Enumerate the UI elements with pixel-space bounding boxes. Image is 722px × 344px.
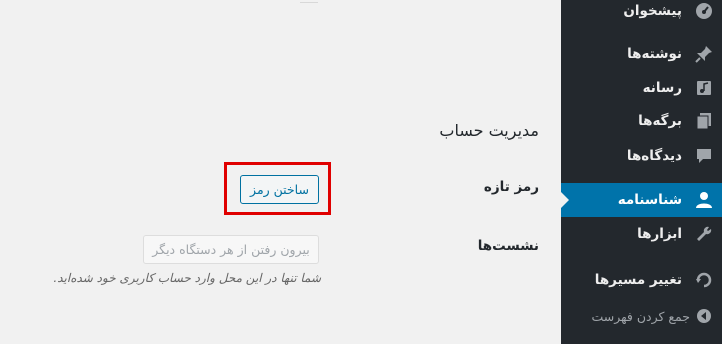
sidebar-item-label: رسانه bbox=[642, 80, 682, 96]
sidebar-item-pages[interactable]: برگه‌ها bbox=[561, 104, 722, 138]
sidebar-item-label: شناسنامه bbox=[617, 192, 682, 208]
redirect-icon bbox=[694, 270, 714, 290]
sidebar-item-label: پیشخوان bbox=[623, 3, 682, 19]
logout-everywhere-button[interactable]: بیرون رفتن از هر دستگاه دیگر bbox=[143, 235, 319, 264]
sidebar-item-media[interactable]: رسانه bbox=[561, 71, 722, 105]
sidebar-item-label: ابزارها bbox=[637, 226, 682, 242]
pin-icon bbox=[694, 44, 714, 64]
current-indicator bbox=[561, 192, 569, 208]
sidebar-item-label: تغییر مسیرها bbox=[594, 272, 682, 288]
sidebar-item-redirects[interactable]: تغییر مسیرها bbox=[561, 263, 722, 297]
sessions-description: شما تنها در این محل وارد حساب کاربری خود… bbox=[53, 271, 321, 285]
sidebar-item-dashboard[interactable]: پیشخوان bbox=[561, 0, 722, 28]
sidebar-item-label: دیدگاه‌ها bbox=[626, 148, 682, 164]
sidebar-item-profile[interactable]: شناسنامه bbox=[561, 183, 722, 217]
generate-password-button[interactable]: ساختن رمز bbox=[240, 175, 319, 204]
collapse-menu-button[interactable]: جمع کردن فهرست bbox=[561, 299, 722, 333]
account-management-title: مدیریت حساب bbox=[439, 121, 539, 140]
top-divider bbox=[300, 0, 318, 3]
dashboard-icon bbox=[694, 1, 714, 21]
pages-icon bbox=[694, 111, 714, 131]
wrench-icon bbox=[694, 224, 714, 244]
sidebar-item-posts[interactable]: نوشته‌ها bbox=[561, 37, 722, 71]
sidebar-item-tools[interactable]: ابزارها bbox=[561, 217, 722, 251]
collapse-menu-label: جمع کردن فهرست bbox=[591, 308, 690, 324]
sidebar-item-comments[interactable]: دیدگاه‌ها bbox=[561, 139, 722, 173]
sidebar-item-label: برگه‌ها bbox=[638, 113, 682, 129]
user-icon bbox=[694, 190, 714, 210]
collapse-icon bbox=[694, 306, 714, 326]
sessions-label: نشست‌ها bbox=[477, 238, 539, 254]
media-icon bbox=[694, 78, 714, 98]
new-password-label: رمز تازه bbox=[483, 179, 539, 195]
comment-icon bbox=[694, 146, 714, 166]
admin-sidebar: پیشخوان نوشته‌ها رسانه برگه‌ها دیدگاه‌ها… bbox=[561, 0, 722, 344]
sidebar-item-label: نوشته‌ها bbox=[627, 46, 682, 62]
